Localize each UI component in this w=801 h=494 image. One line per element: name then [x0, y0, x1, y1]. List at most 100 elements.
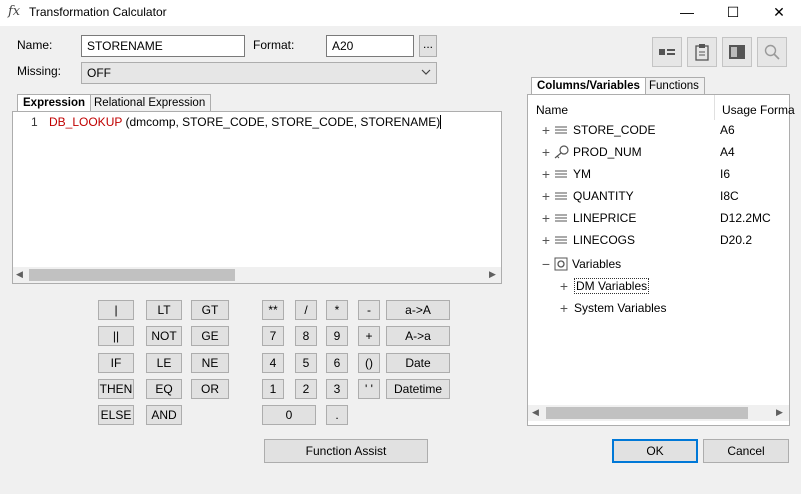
logic-key[interactable]: AND [146, 405, 182, 425]
columns-tree-panel: Name Usage Forma + STORE_CODE A6 + PROD_NUM A… [527, 94, 795, 426]
clipboard-icon[interactable] [687, 37, 717, 67]
panel-icon[interactable] [722, 37, 752, 67]
logic-key[interactable]: NOT [146, 326, 182, 346]
math-key[interactable]: 2 [295, 379, 317, 399]
math-key[interactable]: - [358, 300, 380, 320]
format-label: Format: [253, 38, 295, 52]
scroll-thumb[interactable] [546, 407, 748, 419]
logic-key[interactable]: NE [191, 353, 229, 373]
math-key[interactable]: 9 [326, 326, 348, 346]
logic-key[interactable]: IF [98, 353, 134, 373]
tree-node-variables[interactable]: − Variables [540, 253, 621, 275]
expand-icon[interactable]: + [540, 211, 552, 225]
tree-horizontal-scrollbar[interactable]: ◀ ▶ [528, 405, 789, 421]
missing-select[interactable]: OFF [81, 62, 437, 84]
uppercase-to-lowercase-button[interactable]: A->a [386, 326, 450, 346]
expression-text: DB_LOOKUP (dmcomp, STORE_CODE, STORE_COD… [49, 115, 442, 129]
cancel-button[interactable]: Cancel [703, 439, 789, 463]
expand-icon[interactable]: + [558, 301, 570, 315]
function-arguments: (dmcomp, STORE_CODE, STORE_CODE, STORENA… [122, 115, 441, 129]
field-list-icon [555, 192, 567, 200]
tree-row-column[interactable]: + LINEPRICE D12.2MC [540, 207, 785, 229]
logic-key[interactable]: GT [191, 300, 229, 320]
tab-relational-expression[interactable]: Relational Expression [88, 94, 212, 111]
logic-key[interactable]: LT [146, 300, 182, 320]
search-icon[interactable] [757, 37, 787, 67]
column-name: LINEPRICE [573, 211, 637, 225]
column-usage-format: I8C [720, 189, 739, 203]
expand-icon[interactable]: + [540, 189, 552, 203]
math-key[interactable]: / [295, 300, 317, 320]
scroll-thumb[interactable] [29, 269, 235, 281]
maximize-button[interactable]: ☐ [710, 0, 756, 26]
scroll-right-icon[interactable]: ▶ [776, 407, 783, 418]
logic-key[interactable]: LE [146, 353, 182, 373]
math-key[interactable]: 3 [326, 379, 348, 399]
math-key[interactable]: ** [262, 300, 284, 320]
logic-key[interactable]: EQ [146, 379, 182, 399]
function-assist-button[interactable]: Function Assist [264, 439, 428, 463]
logic-key[interactable]: ELSE [98, 405, 134, 425]
scroll-right-icon[interactable]: ▶ [489, 269, 496, 280]
ok-button[interactable]: OK [612, 439, 698, 463]
properties-icon[interactable] [652, 37, 682, 67]
date-button[interactable]: Date [386, 353, 450, 373]
math-key[interactable]: 8 [295, 326, 317, 346]
column-header-name[interactable]: Name [536, 103, 568, 117]
key-0[interactable]: 0 [262, 405, 316, 425]
tab-expression[interactable]: Expression [17, 94, 91, 111]
expand-icon[interactable]: + [540, 233, 552, 247]
math-key[interactable]: * [326, 300, 348, 320]
column-name: LINECOGS [573, 233, 636, 247]
minimize-button[interactable]: — [664, 0, 710, 26]
math-key[interactable]: 6 [326, 353, 348, 373]
math-key[interactable]: 4 [262, 353, 284, 373]
collapse-icon[interactable]: − [540, 257, 552, 271]
tree-node-dm-variables[interactable]: + DM Variables [558, 275, 650, 297]
tab-columns-variables[interactable]: Columns/Variables [531, 77, 646, 94]
tree-row-column[interactable]: + STORE_CODE A6 [540, 119, 785, 141]
math-key[interactable]: () [358, 353, 380, 373]
tree-row-column[interactable]: + LINECOGS D20.2 [540, 229, 785, 251]
logic-key[interactable]: GE [191, 326, 229, 346]
expand-icon[interactable]: + [558, 279, 570, 293]
math-key[interactable]: + [358, 326, 380, 346]
tree-row-column[interactable]: + QUANTITY I8C [540, 185, 785, 207]
header-divider [714, 95, 715, 120]
logic-key[interactable]: OR [191, 379, 229, 399]
datetime-button[interactable]: Datetime [386, 379, 450, 399]
tree-row-column[interactable]: + YM I6 [540, 163, 785, 185]
format-browse-button[interactable]: ... [419, 35, 437, 57]
key-dot[interactable]: . [326, 405, 348, 425]
field-list-icon [555, 236, 567, 244]
math-key[interactable]: 5 [295, 353, 317, 373]
editor-horizontal-scrollbar[interactable]: ◀ ▶ [13, 267, 501, 283]
tree-row-column[interactable]: + PROD_NUM A4 [540, 141, 785, 163]
name-field[interactable]: STORENAME [81, 35, 245, 57]
fx-icon: fx [8, 4, 21, 19]
expand-icon[interactable]: + [540, 167, 552, 181]
column-name: PROD_NUM [573, 145, 642, 159]
lowercase-to-uppercase-button[interactable]: a->A [386, 300, 450, 320]
tab-functions[interactable]: Functions [643, 77, 705, 94]
close-button[interactable]: ✕ [756, 0, 801, 26]
scroll-left-icon[interactable]: ◀ [532, 407, 539, 418]
expression-editor[interactable]: 1 DB_LOOKUP (dmcomp, STORE_CODE, STORE_C… [12, 111, 502, 284]
logic-key[interactable]: | [98, 300, 134, 320]
name-label: Name: [17, 38, 53, 52]
expand-icon[interactable]: + [540, 123, 552, 137]
math-key[interactable]: 1 [262, 379, 284, 399]
field-list-icon [555, 170, 567, 178]
field-list-icon [555, 214, 567, 222]
math-key[interactable]: ' ' [358, 379, 380, 399]
scroll-left-icon[interactable]: ◀ [16, 269, 23, 280]
logic-key[interactable]: || [98, 326, 134, 346]
math-key[interactable]: 7 [262, 326, 284, 346]
column-header-usage[interactable]: Usage Forma [722, 103, 795, 117]
logic-key[interactable]: THEN [98, 379, 134, 399]
tree-node-system-variables[interactable]: + System Variables [558, 297, 667, 319]
variables-icon [554, 257, 568, 271]
column-name: QUANTITY [573, 189, 634, 203]
format-field[interactable]: A20 [326, 35, 414, 57]
expand-icon[interactable]: + [540, 145, 552, 159]
